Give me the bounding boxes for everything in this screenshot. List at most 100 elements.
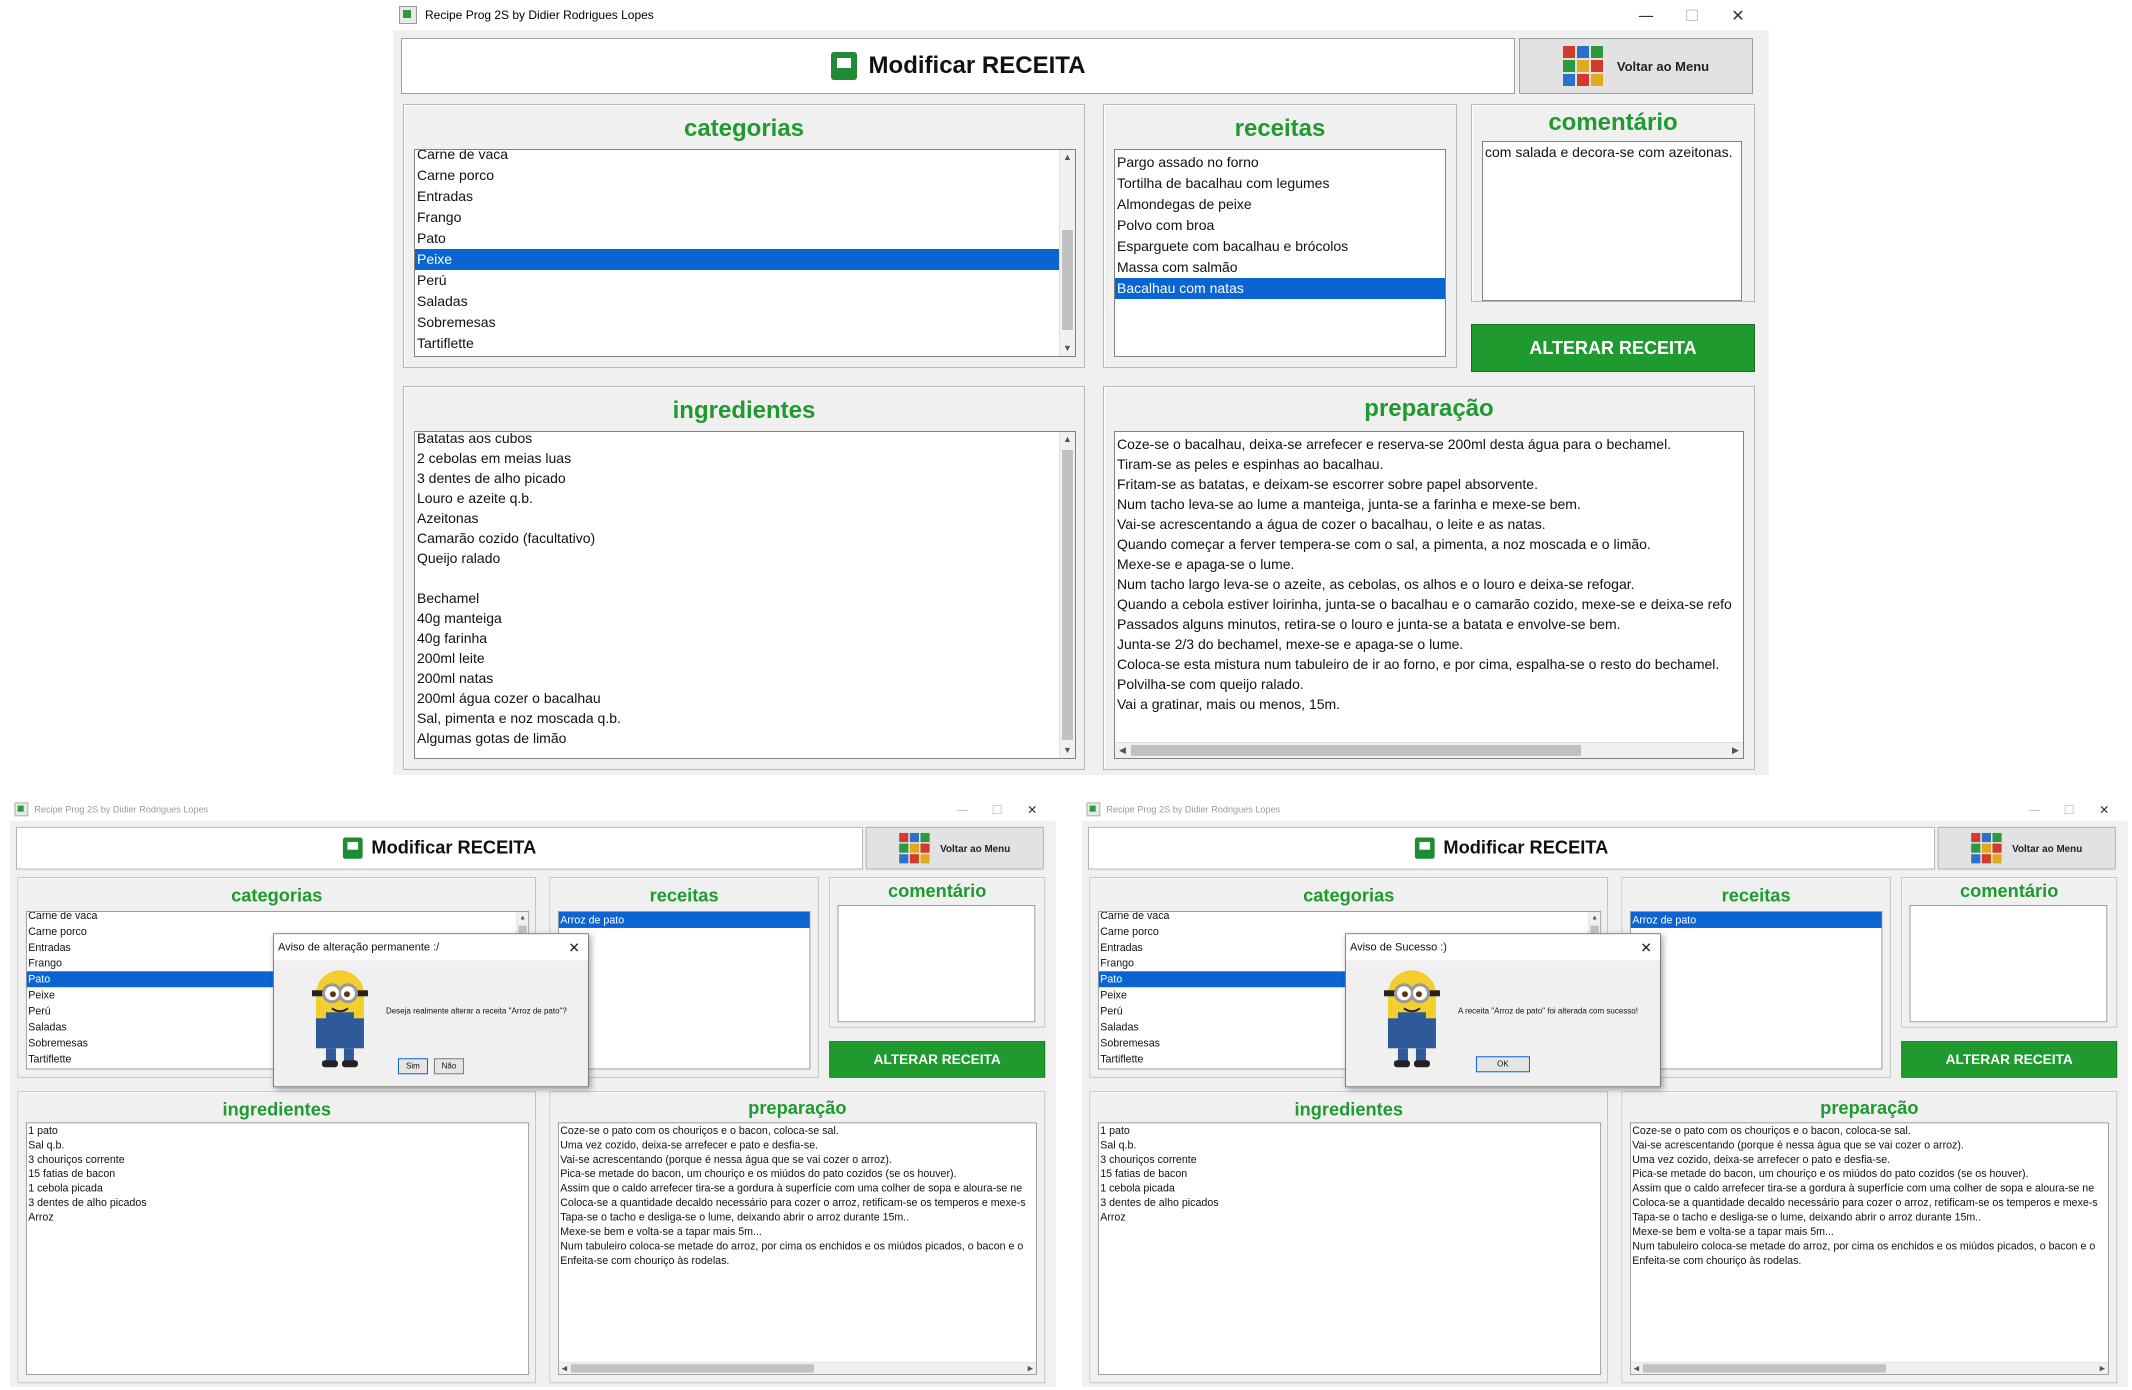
categoria-item[interactable]: Saladas	[415, 291, 1059, 312]
close-button[interactable]: ✕	[2087, 802, 2122, 816]
receita-item[interactable]: Pargo assado no forno	[1115, 152, 1445, 173]
receita-item[interactable]: Arroz de pato	[558, 912, 810, 928]
categoria-item[interactable]: Entradas	[415, 186, 1059, 207]
page-header: Modificar RECEITA	[16, 826, 863, 870]
title-bar: Recipe Prog 2S by Didier Rodrigues Lopes…	[393, 0, 1769, 30]
scroll-up-arrow-icon[interactable]: ▲	[517, 912, 528, 923]
minimize-button[interactable]: —	[945, 802, 980, 816]
scroll-down-arrow-icon[interactable]: ▼	[1060, 743, 1075, 758]
scroll-left-arrow-icon[interactable]: ◀	[1115, 743, 1130, 758]
categorias-panel: categorias Carne de vaca Carne porco Entra…	[403, 104, 1085, 368]
preparacao-line: Pica-se metade do bacon, um chouriço e o…	[1632, 1167, 2029, 1180]
categoria-item[interactable]: Perú	[415, 270, 1059, 291]
scroll-right-arrow-icon[interactable]: ▶	[1025, 1363, 1036, 1374]
scroll-thumb[interactable]	[1062, 450, 1073, 740]
minimize-button[interactable]: —	[2017, 802, 2052, 816]
maximize-button[interactable]: ☐	[2052, 802, 2087, 816]
categoria-item[interactable]: Carne porco	[415, 165, 1059, 186]
scroll-left-arrow-icon[interactable]: ◀	[559, 1363, 570, 1374]
alterar-receita-button[interactable]: ALTERAR RECEITA	[1901, 1041, 2118, 1078]
preparacao-line: Coloca-se a quantidade decaldo necessári…	[560, 1196, 1026, 1209]
close-button[interactable]: ✕	[1015, 802, 1050, 816]
categoria-item[interactable]: Frango	[415, 207, 1059, 228]
categoria-item[interactable]: Pato	[415, 228, 1059, 249]
receita-item[interactable]: Almondegas de peixe	[1115, 194, 1445, 215]
preparacao-line: Mexe-se e apaga-se o lume.	[1117, 556, 1295, 572]
categorias-title: categorias	[1303, 885, 1395, 906]
yes-button[interactable]: Sim	[397, 1058, 428, 1075]
ingredientes-textarea[interactable]: Batatas aos cubos 2 cebolas em meias luas…	[414, 431, 1076, 759]
comentario-title: comentário	[1548, 109, 1678, 136]
preparacao-panel: preparação Coze-se o pato com os chouriç…	[549, 1091, 1046, 1384]
horizontal-scrollbar[interactable]: ◀ ▶	[1115, 742, 1743, 758]
horizontal-scrollbar[interactable]: ◀ ▶	[558, 1361, 1036, 1375]
preparacao-line: Uma vez cozido, deixa-se arrefecer e pat…	[560, 1138, 819, 1151]
comentario-textarea[interactable]	[1909, 905, 2108, 1023]
preparacao-textarea[interactable]: Coze-se o bacalhau, deixa-se arrefecer e…	[1114, 431, 1744, 759]
scroll-right-arrow-icon[interactable]: ▶	[1728, 743, 1743, 758]
receita-item[interactable]: Polvo com broa	[1115, 215, 1445, 236]
scroll-thumb[interactable]	[1642, 1364, 1887, 1373]
receita-item[interactable]: Esparguete com bacalhau e brócolos	[1115, 236, 1445, 257]
close-button[interactable]: ✕	[1715, 6, 1761, 25]
ok-button[interactable]: OK	[1475, 1056, 1530, 1073]
categoria-item[interactable]: Sobremesas	[415, 312, 1059, 333]
categoria-item[interactable]: Tartiflette	[415, 333, 1059, 354]
ingrediente-line: 200ml natas	[417, 670, 494, 686]
comentario-textarea[interactable]	[837, 905, 1036, 1023]
receitas-list[interactable]: Arroz de pato	[557, 911, 811, 1070]
receita-item[interactable]: Massa com salmão	[1115, 257, 1445, 278]
scroll-thumb[interactable]	[570, 1364, 815, 1373]
ingrediente-line: 200ml água cozer o bacalhau	[417, 690, 601, 706]
maximize-button[interactable]: ☐	[1669, 6, 1715, 25]
receita-item[interactable]: Bacalhau com natas	[1115, 278, 1445, 299]
preparacao-textarea[interactable]: Coze-se o pato com os chouriços e o baco…	[557, 1122, 1037, 1375]
ingrediente-line: 40g farinha	[417, 630, 488, 646]
ingredientes-textarea[interactable]: 1 pato Sal q.b. 3 chouriços corrente 15 fat…	[1097, 1122, 1602, 1375]
receita-item[interactable]: Arroz de pato	[1630, 912, 1882, 928]
scroll-thumb[interactable]	[1062, 230, 1073, 330]
ingrediente-line: Bechamel	[417, 590, 480, 606]
vertical-scrollbar[interactable]: ▲▼	[1059, 432, 1075, 758]
categoria-item[interactable]: Carne de vaca	[415, 150, 1059, 165]
categoria-item[interactable]: Carne de vaca	[1099, 912, 1588, 923]
scroll-up-arrow-icon[interactable]: ▲	[1589, 912, 1600, 923]
scroll-up-arrow-icon[interactable]: ▲	[1060, 432, 1075, 447]
preparacao-textarea[interactable]: Coze-se o pato com os chouriços e o baco…	[1629, 1122, 2109, 1375]
no-button[interactable]: Não	[433, 1058, 464, 1075]
window-client: Modificar RECEITA Voltar ao Menu categor…	[1082, 820, 2128, 1387]
minimize-button[interactable]: —	[1623, 6, 1669, 25]
ingrediente-line: Queijo ralado	[417, 550, 501, 566]
scroll-up-arrow-icon[interactable]: ▲	[1060, 150, 1075, 165]
categoria-item[interactable]: Peixe	[415, 249, 1059, 270]
back-to-menu-button[interactable]: Voltar ao Menu	[1519, 38, 1753, 94]
ingredientes-textarea[interactable]: 1 pato Sal q.b. 3 chouriços corrente 15 fat…	[25, 1122, 530, 1375]
back-to-menu-button[interactable]: Voltar ao Menu	[1937, 826, 2116, 870]
horizontal-scrollbar[interactable]: ◀ ▶	[1630, 1361, 2108, 1375]
scroll-right-arrow-icon[interactable]: ▶	[2097, 1363, 2108, 1374]
preparacao-panel: preparação Coze-se o bacalhau, deixa-se …	[1103, 386, 1755, 770]
comentario-textarea[interactable]: com salada e decora-se com azeitonas.	[1482, 141, 1742, 301]
categorias-list[interactable]: Carne de vaca Carne porco Entradas Frango Pa…	[414, 149, 1076, 357]
ingredientes-title: ingredientes	[1294, 1099, 1403, 1121]
scroll-down-arrow-icon[interactable]: ▼	[1060, 341, 1075, 356]
back-to-menu-button[interactable]: Voltar ao Menu	[865, 826, 1044, 870]
receita-item[interactable]: Tortilha de bacalhau com legumes	[1115, 173, 1445, 194]
scroll-left-arrow-icon[interactable]: ◀	[1631, 1363, 1642, 1374]
categoria-item[interactable]: Carne de vaca	[27, 912, 516, 923]
dialog-close-icon[interactable]: ✕	[1640, 934, 1652, 960]
page-title: Modificar RECEITA	[1443, 837, 1609, 859]
receitas-title: receitas	[649, 885, 719, 906]
alterar-receita-button[interactable]: ALTERAR RECEITA	[829, 1041, 1046, 1078]
dialog-close-icon[interactable]: ✕	[568, 934, 580, 960]
ingredientes-title: ingredientes	[222, 1099, 331, 1121]
vertical-scrollbar[interactable]: ▲▼	[1059, 150, 1075, 356]
ingredientes-panel: ingredientes 1 pato Sal q.b. 3 chouriços c…	[1089, 1091, 1608, 1384]
alterar-receita-button[interactable]: ALTERAR RECEITA	[1471, 324, 1755, 372]
receitas-list[interactable]: Pargo assado no forno Tortilha de bacalha…	[1114, 149, 1446, 357]
receitas-list[interactable]: Arroz de pato	[1629, 911, 1883, 1070]
scroll-thumb[interactable]	[1131, 745, 1581, 756]
maximize-button[interactable]: ☐	[980, 802, 1015, 816]
ingrediente-line: Camarão cozido (facultativo)	[417, 530, 596, 546]
preparacao-line: Tapa-se o tacho e desliga-se o lume, dei…	[1632, 1210, 1982, 1223]
